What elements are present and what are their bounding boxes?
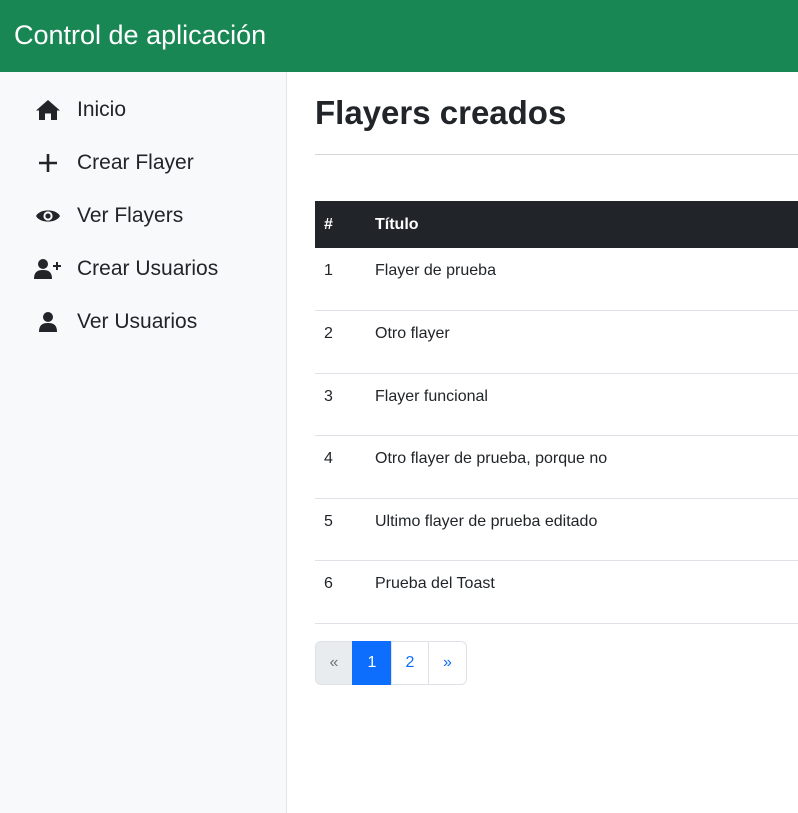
- row-title: Flayer funcional: [375, 373, 798, 436]
- row-number: 4: [315, 435, 375, 499]
- row-number: 5: [315, 498, 375, 561]
- sidebar-item-crear-usuarios[interactable]: Crear Usuarios: [34, 249, 218, 289]
- sidebar-item-inicio[interactable]: Inicio: [34, 90, 126, 130]
- page-title: Flayers creados: [315, 94, 567, 131]
- row-title: Prueba del Toast: [375, 560, 798, 624]
- row-title: Otro flayer de prueba, porque no: [375, 435, 798, 499]
- flayers-table: # Título 1 Flayer de prueba 2 Otro flaye…: [315, 201, 798, 624]
- user-icon: [34, 310, 62, 334]
- table-row[interactable]: 2 Otro flayer: [315, 310, 798, 374]
- sidebar-item-ver-usuarios[interactable]: Ver Usuarios: [34, 302, 197, 342]
- row-title: Ultimo flayer de prueba editado: [375, 498, 798, 561]
- sidebar-item-label: Crear Usuarios: [77, 257, 219, 280]
- title-divider: [315, 154, 798, 155]
- row-number: 3: [315, 373, 375, 436]
- row-title: Flayer de prueba: [375, 248, 798, 311]
- sidebar-item-label: Ver Usuarios: [77, 310, 198, 333]
- row-number: 2: [315, 310, 375, 374]
- sidebar-item-label: Ver Flayers: [77, 204, 184, 227]
- pagination-page-2[interactable]: 2: [391, 641, 429, 685]
- table-header-row: # Título: [315, 201, 798, 248]
- row-number: 1: [315, 248, 375, 311]
- pagination-page-1[interactable]: 1: [352, 641, 392, 685]
- sidebar-item-label: Inicio: [77, 98, 127, 121]
- table-row[interactable]: 1 Flayer de prueba: [315, 248, 798, 311]
- main-content: Flayers creados # Título 1 Flayer de pru…: [287, 72, 798, 813]
- row-number: 6: [315, 560, 375, 624]
- sidebar-item-label: Crear Flayer: [77, 151, 194, 174]
- sidebar-item-crear-flayer[interactable]: Crear Flayer: [34, 143, 194, 183]
- sidebar-item-ver-flayers[interactable]: Ver Flayers: [34, 196, 183, 236]
- table-row[interactable]: 3 Flayer funcional: [315, 373, 798, 436]
- app-brand[interactable]: Control de aplicación: [14, 20, 266, 51]
- sidebar: Inicio Crear Flayer Ver Flayers Crear Us…: [0, 72, 287, 813]
- plus-icon: [34, 151, 62, 175]
- table-row[interactable]: 4 Otro flayer de prueba, porque no: [315, 435, 798, 499]
- user-plus-icon: [34, 257, 62, 281]
- top-navbar: Control de aplicación: [0, 0, 798, 72]
- column-header-number: #: [315, 201, 375, 248]
- table-row[interactable]: 6 Prueba del Toast: [315, 560, 798, 624]
- pagination-next[interactable]: »: [428, 641, 467, 685]
- home-icon: [34, 98, 62, 122]
- row-title: Otro flayer: [375, 310, 798, 374]
- table-row[interactable]: 5 Ultimo flayer de prueba editado: [315, 498, 798, 561]
- pagination-previous[interactable]: «: [315, 641, 353, 685]
- column-header-title: Título: [375, 201, 798, 248]
- pagination: « 1 2 »: [315, 641, 467, 685]
- eye-icon: [34, 204, 62, 228]
